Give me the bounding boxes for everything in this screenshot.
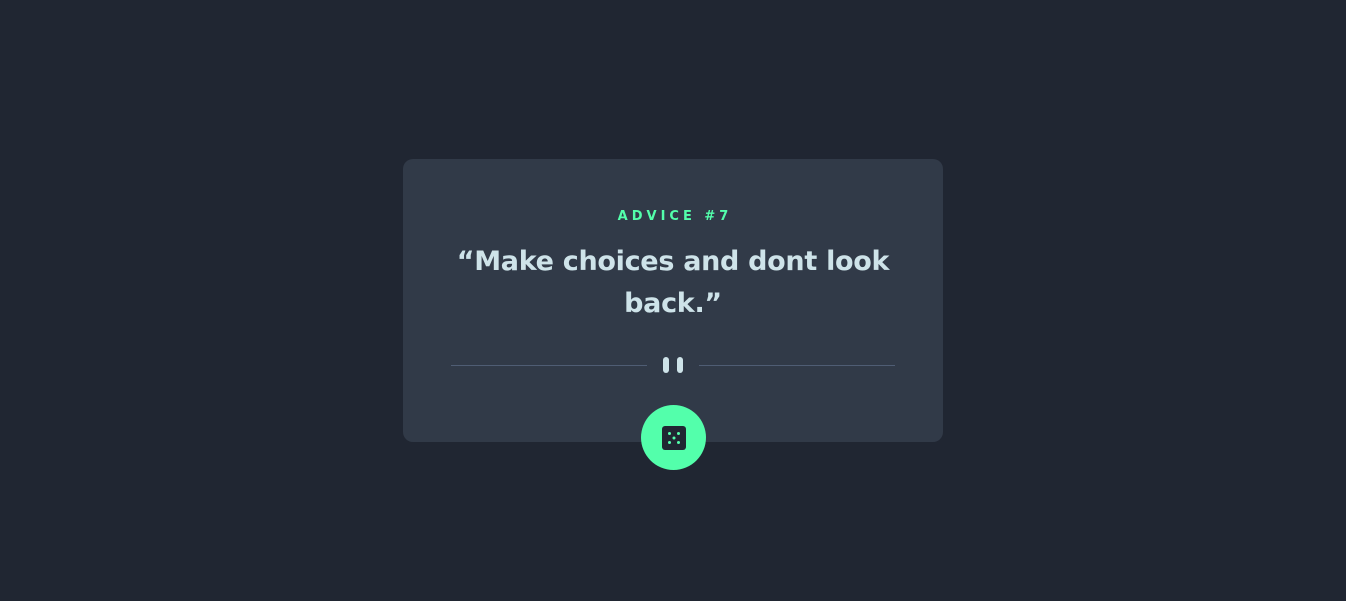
pattern-divider [451,354,895,376]
divider-line-right [699,365,895,366]
pause-icon [663,357,683,373]
generate-advice-button[interactable] [641,405,706,470]
dice-icon [661,425,686,450]
advice-number-label: ADVICE #7 [617,209,733,224]
advice-card: ADVICE #7 “Make choices and dont look ba… [403,159,943,442]
advice-quote: “Make choices and dont look back.” [456,246,890,319]
divider-line-left [451,365,647,366]
